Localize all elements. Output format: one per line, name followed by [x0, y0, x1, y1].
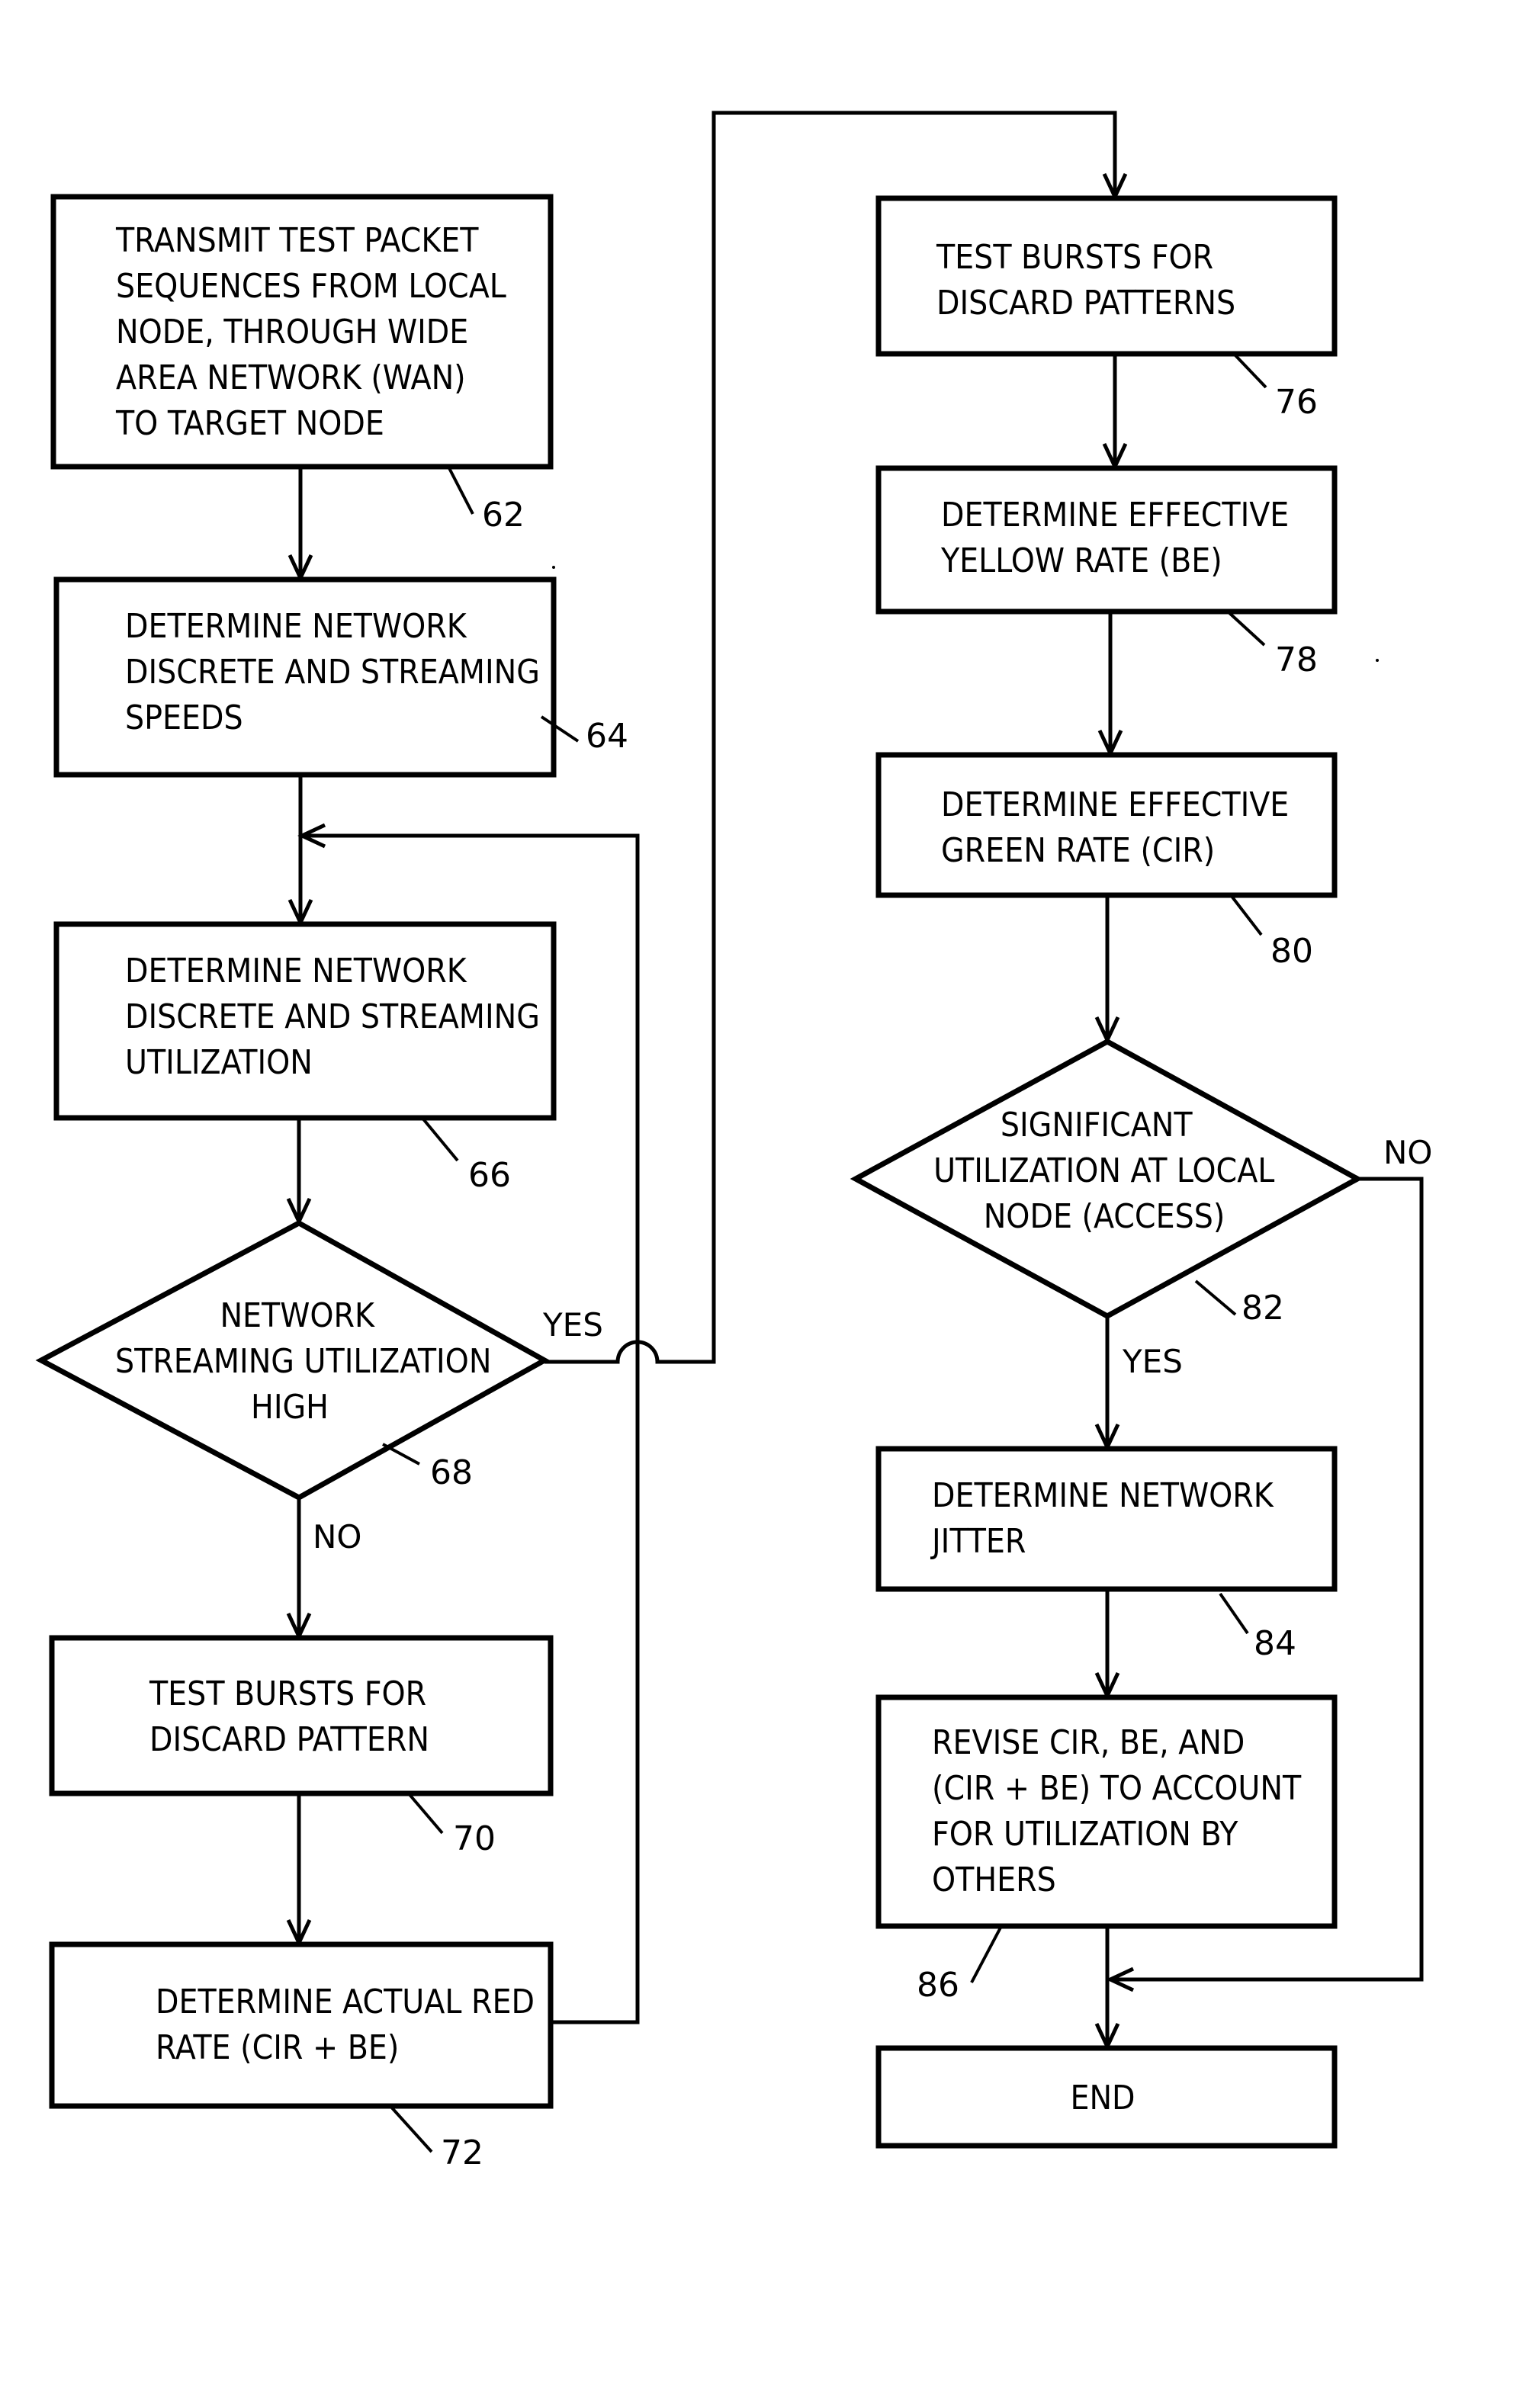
ref-64: 64 — [586, 717, 628, 756]
node-82-line: NODE (ACCESS) — [984, 1197, 1225, 1236]
ref-62-leader — [447, 466, 474, 515]
node-78-box — [875, 465, 1338, 615]
ref-80-leader — [1229, 894, 1263, 936]
ref-82: 82 — [1242, 1289, 1284, 1328]
edge-label-82-yes: YES — [1122, 1343, 1183, 1380]
ref-84: 84 — [1254, 1624, 1296, 1663]
node-66-line: DETERMINE NETWORK — [125, 952, 467, 990]
node-62-line: SEQUENCES FROM LOCAL — [116, 267, 506, 306]
node-64-line: DISCRETE AND STREAMING — [125, 653, 540, 692]
node-68-line: NETWORK — [220, 1296, 375, 1335]
node-78-line: YELLOW RATE (BE) — [940, 541, 1222, 580]
ref-62: 62 — [482, 496, 525, 535]
node-84-line: DETERMINE NETWORK — [932, 1476, 1274, 1515]
ref-80: 80 — [1270, 932, 1313, 971]
node-end-text: END — [1070, 2079, 1135, 2117]
node-64-line: SPEEDS — [125, 698, 243, 737]
scan-speck — [1376, 659, 1379, 662]
ref-78: 78 — [1275, 641, 1318, 679]
node-62-line: NODE, THROUGH WIDE — [116, 313, 468, 352]
flowchart-diagram: TRANSMIT TEST PACKET SEQUENCES FROM LOCA… — [35, 111, 1432, 2172]
node-68-line: HIGH — [251, 1388, 329, 1427]
ref-66: 66 — [468, 1156, 511, 1195]
edge-label-82-no: NO — [1383, 1134, 1432, 1171]
ref-70: 70 — [453, 1819, 496, 1858]
node-86-line: (CIR + BE) TO ACCOUNT — [932, 1769, 1302, 1808]
ref-86: 86 — [917, 1966, 959, 2005]
node-76-line: DISCARD PATTERNS — [936, 284, 1235, 323]
node-62-line: AREA NETWORK (WAN) — [116, 358, 466, 397]
node-80-box — [875, 752, 1338, 898]
node-70-line: DISCARD PATTERN — [149, 1720, 429, 1759]
node-70-box — [49, 1635, 554, 1796]
node-78-line: DETERMINE EFFECTIVE — [941, 496, 1289, 535]
node-62-line: TRANSMIT TEST PACKET — [115, 221, 479, 260]
node-72-box — [49, 1941, 554, 2109]
ref-72-leader — [387, 2103, 433, 2153]
node-66-line: DISCRETE AND STREAMING — [125, 997, 540, 1036]
ref-86-leader — [970, 1927, 1002, 1983]
ref-70-leader — [406, 1790, 444, 1835]
node-84-box — [875, 1446, 1338, 1592]
edge-label-68-yes: YES — [542, 1306, 603, 1344]
node-62-line: TO TARGET NODE — [115, 404, 384, 443]
node-66-line: UTILIZATION — [125, 1043, 313, 1082]
node-72-line: RATE (CIR + BE) — [156, 2028, 399, 2067]
node-80-line: DETERMINE EFFECTIVE — [941, 785, 1289, 824]
node-82-line: SIGNIFICANT — [1001, 1106, 1193, 1145]
ref-66-leader — [419, 1115, 459, 1162]
ref-68-leader — [382, 1443, 420, 1466]
node-86-line: REVISE CIR, BE, AND — [932, 1723, 1245, 1762]
scan-speck — [552, 566, 555, 569]
node-76-line: TEST BURSTS FOR — [936, 238, 1213, 277]
ref-82-leader — [1194, 1279, 1237, 1316]
ref-84-leader — [1219, 1592, 1249, 1635]
node-86-line: FOR UTILIZATION BY — [932, 1815, 1238, 1854]
edge-label-68-no: NO — [313, 1518, 361, 1556]
node-84-line: JITTER — [930, 1522, 1026, 1561]
node-72-line: DETERMINE ACTUAL RED — [156, 1983, 535, 2021]
node-68-line: STREAMING UTILIZATION — [115, 1342, 491, 1381]
ref-76: 76 — [1275, 383, 1318, 422]
ref-76-leader — [1232, 352, 1267, 389]
node-64-line: DETERMINE NETWORK — [125, 607, 467, 646]
ref-72: 72 — [441, 2133, 483, 2172]
ref-68: 68 — [430, 1453, 473, 1492]
node-82-line: UTILIZATION AT LOCAL — [933, 1151, 1274, 1190]
node-80-line: GREEN RATE (CIR) — [941, 831, 1215, 870]
ref-78-leader — [1226, 610, 1266, 647]
node-70-line: TEST BURSTS FOR — [149, 1674, 426, 1713]
node-86-line: OTHERS — [932, 1861, 1056, 1899]
